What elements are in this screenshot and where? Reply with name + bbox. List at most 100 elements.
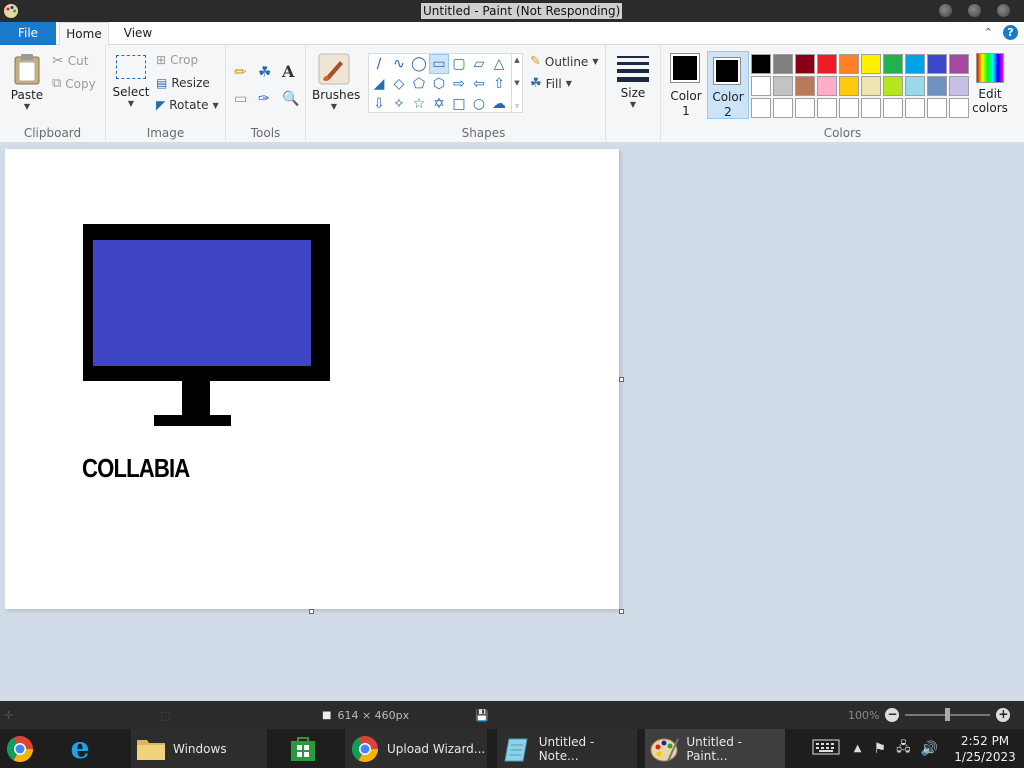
up-arrow-shape-icon[interactable]: ⇧ (489, 74, 509, 94)
palette-swatch[interactable] (927, 54, 947, 74)
right-arrow-shape-icon[interactable]: ⇨ (449, 74, 469, 94)
paste-dropdown-icon[interactable]: ▼ (8, 102, 46, 111)
palette-swatch[interactable] (927, 98, 947, 118)
show-hidden-icons-icon[interactable]: ▲ (854, 743, 862, 754)
palette-swatch[interactable] (861, 76, 881, 96)
resize-handle-bottom[interactable] (309, 609, 314, 614)
tab-home[interactable]: Home (59, 22, 109, 46)
oval-shape-icon[interactable]: ◯ (409, 54, 429, 74)
palette-swatch[interactable] (927, 76, 947, 96)
cloud-callout-shape-icon[interactable]: ☁ (489, 94, 509, 114)
drawing-canvas[interactable]: COLLABIA (5, 149, 619, 609)
palette-swatch[interactable] (751, 98, 771, 118)
hexagon-shape-icon[interactable]: ⬡ (429, 74, 449, 94)
rotate-button[interactable]: ◤ Rotate ▼ (156, 98, 219, 112)
taskbar-item-notepad[interactable]: Untitled - Note... (497, 729, 637, 768)
select-dropdown-icon[interactable]: ▼ (112, 99, 150, 108)
five-point-star-shape-icon[interactable]: ☆ (409, 94, 429, 114)
polygon-shape-icon[interactable]: ▱ (469, 54, 489, 74)
triangle-shape-icon[interactable]: △ (489, 54, 509, 74)
maximize-button[interactable] (968, 4, 981, 17)
touch-keyboard-icon[interactable] (812, 739, 840, 758)
tab-view[interactable]: View (113, 22, 163, 45)
palette-swatch[interactable] (751, 76, 771, 96)
palette-swatch[interactable] (795, 98, 815, 118)
action-center-flag-icon[interactable]: ⚑ (874, 741, 887, 757)
palette-swatch[interactable] (949, 98, 969, 118)
network-icon[interactable]: 🖧 (896, 738, 911, 760)
palette-swatch[interactable] (773, 76, 793, 96)
brushes-button[interactable]: Brushes ▼ (312, 53, 360, 111)
left-arrow-shape-icon[interactable]: ⇦ (469, 74, 489, 94)
four-point-star-shape-icon[interactable]: ✧ (389, 94, 409, 114)
fill-bucket-icon[interactable]: ☘ (258, 63, 271, 81)
palette-swatch[interactable] (839, 98, 859, 118)
cut-button[interactable]: ✂ Cut (52, 53, 88, 69)
ie-pinned-button[interactable]: e (60, 729, 122, 768)
taskbar-item-upload-wizard[interactable]: Upload Wizard... (345, 729, 487, 768)
close-button[interactable] (997, 4, 1010, 17)
paste-button[interactable]: Paste ▼ (8, 53, 46, 111)
palette-swatch[interactable] (905, 76, 925, 96)
shapes-scrollbar[interactable]: ▲ ▼ ▿ (511, 53, 523, 113)
size-button[interactable]: Size ▼ (612, 53, 654, 109)
store-pinned-button[interactable] (283, 729, 333, 768)
palette-swatch[interactable] (795, 76, 815, 96)
palette-swatch[interactable] (773, 98, 793, 118)
color2-button[interactable]: Color 2 (707, 51, 749, 119)
chrome-pinned-button[interactable] (0, 729, 56, 768)
fill-dropdown-icon[interactable]: ▼ (566, 79, 572, 88)
palette-swatch[interactable] (795, 54, 815, 74)
rect-callout-shape-icon[interactable]: □ (449, 94, 469, 114)
taskbar-item-paint[interactable]: Untitled - Paint... (645, 729, 785, 768)
copy-button[interactable]: ⧉ Copy (52, 76, 96, 91)
zoom-slider[interactable] (905, 708, 991, 721)
palette-swatch[interactable] (949, 54, 969, 74)
crop-button[interactable]: ⊞ Crop (156, 53, 198, 67)
palette-swatch[interactable] (905, 54, 925, 74)
palette-swatch[interactable] (905, 98, 925, 118)
eraser-icon[interactable]: ▭ (234, 91, 247, 107)
palette-swatch[interactable] (861, 54, 881, 74)
palette-swatch[interactable] (817, 98, 837, 118)
scroll-down-icon[interactable]: ▼ (514, 79, 519, 87)
zoom-out-button[interactable]: − (885, 708, 900, 722)
outline-button[interactable]: ✎ Outline ▼ (530, 54, 598, 69)
scroll-up-icon[interactable]: ▲ (514, 56, 519, 64)
tab-file[interactable]: File (0, 22, 56, 45)
pentagon-shape-icon[interactable]: ⬠ (409, 74, 429, 94)
palette-swatch[interactable] (949, 76, 969, 96)
fill-button[interactable]: ☘ Fill ▼ (530, 76, 572, 91)
palette-swatch[interactable] (861, 98, 881, 118)
palette-swatch[interactable] (751, 54, 771, 74)
magnifier-icon[interactable]: 🔍 (282, 91, 299, 107)
line-shape-icon[interactable]: ∕ (369, 54, 389, 74)
rectangle-shape-icon[interactable]: ▭ (429, 54, 449, 74)
taskbar-item-windows[interactable]: Windows (131, 729, 267, 768)
size-dropdown-icon[interactable]: ▼ (612, 100, 654, 109)
palette-swatch[interactable] (883, 76, 903, 96)
outline-dropdown-icon[interactable]: ▼ (592, 57, 598, 66)
six-point-star-shape-icon[interactable]: ✡ (429, 94, 449, 114)
resize-handle-right[interactable] (619, 377, 624, 382)
right-triangle-shape-icon[interactable]: ◢ (369, 74, 389, 94)
palette-swatch[interactable] (773, 54, 793, 74)
oval-callout-shape-icon[interactable]: ○ (469, 94, 489, 114)
rotate-dropdown-icon[interactable]: ▼ (213, 101, 219, 110)
zoom-slider-thumb[interactable] (945, 708, 951, 721)
zoom-in-button[interactable]: + (996, 708, 1011, 722)
down-arrow-shape-icon[interactable]: ⇩ (369, 94, 389, 114)
diamond-shape-icon[interactable]: ◇ (389, 74, 409, 94)
pencil-icon[interactable]: ✏ (234, 63, 247, 81)
edit-colors-button[interactable]: Edit colors (970, 53, 1010, 115)
palette-swatch[interactable] (839, 76, 859, 96)
palette-swatch[interactable] (817, 76, 837, 96)
volume-icon[interactable]: 🔊 (921, 741, 938, 757)
palette-swatch[interactable] (817, 54, 837, 74)
help-icon[interactable]: ? (1003, 25, 1018, 40)
expand-gallery-icon[interactable]: ▿ (515, 102, 519, 110)
resize-button[interactable]: ▤ Resize (156, 76, 210, 90)
curve-shape-icon[interactable]: ∿ (389, 54, 409, 74)
paint-app-icon[interactable] (2, 2, 20, 20)
color-picker-icon[interactable]: ✑ (258, 91, 270, 107)
